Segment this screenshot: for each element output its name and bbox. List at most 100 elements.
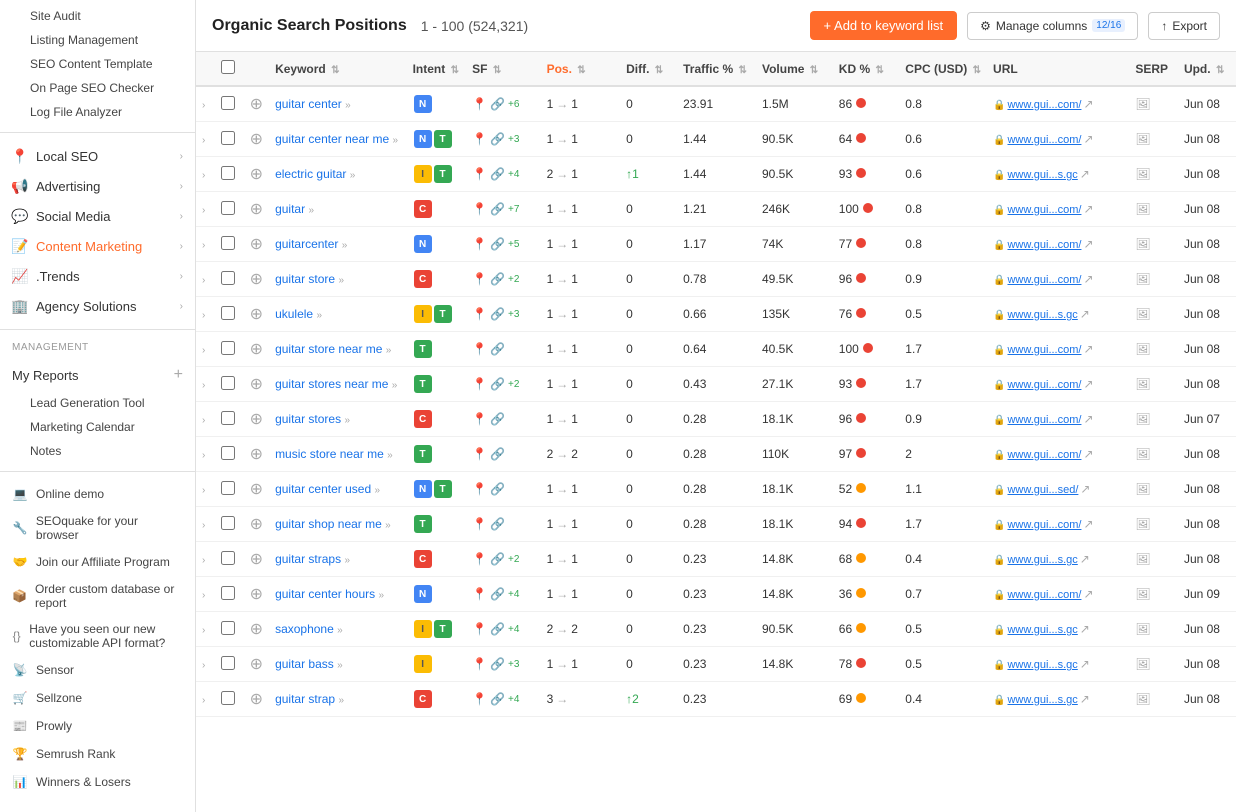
serp-icon[interactable]: 🖼	[1135, 97, 1150, 111]
row-expand-icon[interactable]: ›	[202, 380, 205, 391]
row-checkbox[interactable]	[221, 481, 235, 495]
col-kd-header[interactable]: KD % ⇅	[833, 52, 900, 86]
serp-icon[interactable]: 🖼	[1135, 167, 1150, 181]
row-checkbox[interactable]	[221, 201, 235, 215]
row-checkbox[interactable]	[221, 271, 235, 285]
keyword-link[interactable]: guitar shop near me	[275, 517, 382, 531]
row-expand-icon[interactable]: ›	[202, 415, 205, 426]
row-expand-icon[interactable]: ›	[202, 485, 205, 496]
add-keyword-icon[interactable]: ⊕	[250, 586, 263, 603]
sidebar-item-trends[interactable]: 📈 .Trends ›	[0, 261, 195, 291]
serp-icon[interactable]: 🖼	[1135, 237, 1150, 251]
col-upd-header[interactable]: Upd. ⇅	[1178, 52, 1236, 86]
row-expand-icon[interactable]: ›	[202, 695, 205, 706]
row-expand-icon[interactable]: ›	[202, 555, 205, 566]
sidebar-item-log-file-analyzer[interactable]: Log File Analyzer	[0, 100, 195, 124]
serp-icon[interactable]: 🖼	[1135, 342, 1150, 356]
row-checkbox[interactable]	[221, 621, 235, 635]
url-link[interactable]: www.gui...s.gc	[1007, 659, 1077, 671]
url-link[interactable]: www.gui...s.gc	[1007, 169, 1077, 181]
keyword-link[interactable]: guitar bass	[275, 657, 334, 671]
col-keyword-header[interactable]: Keyword ⇅	[269, 52, 407, 86]
serp-icon[interactable]: 🖼	[1135, 307, 1150, 321]
col-sf-header[interactable]: SF ⇅	[466, 52, 540, 86]
row-checkbox[interactable]	[221, 96, 235, 110]
serp-icon[interactable]: 🖼	[1135, 202, 1150, 216]
row-checkbox[interactable]	[221, 306, 235, 320]
keyword-link[interactable]: guitar center hours	[275, 587, 375, 601]
serp-icon[interactable]: 🖼	[1135, 552, 1150, 566]
sidebar-item-listing-management[interactable]: Listing Management	[0, 28, 195, 52]
url-link[interactable]: www.gui...s.gc	[1007, 309, 1077, 321]
row-checkbox[interactable]	[221, 691, 235, 705]
add-keyword-icon[interactable]: ⊕	[250, 411, 263, 428]
keyword-link[interactable]: guitar straps	[275, 552, 341, 566]
serp-icon[interactable]: 🖼	[1135, 517, 1150, 531]
add-keyword-icon[interactable]: ⊕	[250, 691, 263, 708]
sidebar-item-semrush-rank[interactable]: 🏆 Semrush Rank	[0, 740, 195, 768]
url-link[interactable]: www.gui...com/	[1007, 274, 1081, 286]
sidebar-item-marketing-calendar[interactable]: Marketing Calendar	[0, 415, 195, 439]
keyword-link[interactable]: guitar center near me	[275, 132, 389, 146]
sidebar-item-notes[interactable]: Notes	[0, 439, 195, 463]
url-link[interactable]: www.gui...sed/	[1007, 484, 1078, 496]
sidebar-item-content-marketing[interactable]: 📝 Content Marketing ›	[0, 231, 195, 261]
manage-columns-button[interactable]: ⚙ Manage columns 12/16	[967, 12, 1138, 40]
keyword-link[interactable]: electric guitar	[275, 167, 346, 181]
url-link[interactable]: www.gui...com/	[1007, 414, 1081, 426]
sidebar-item-my-reports[interactable]: My Reports +	[0, 359, 195, 391]
url-link[interactable]: www.gui...com/	[1007, 589, 1081, 601]
col-url-header[interactable]: URL	[987, 52, 1129, 86]
sidebar-item-seo-content-template[interactable]: SEO Content Template	[0, 52, 195, 76]
serp-icon[interactable]: 🖼	[1135, 447, 1150, 461]
keyword-link[interactable]: ukulele	[275, 307, 313, 321]
serp-icon[interactable]: 🖼	[1135, 482, 1150, 496]
url-link[interactable]: www.gui...com/	[1007, 99, 1081, 111]
sidebar-item-social-media[interactable]: 💬 Social Media ›	[0, 201, 195, 231]
sidebar-item-prowly[interactable]: 📰 Prowly	[0, 712, 195, 740]
url-link[interactable]: www.gui...com/	[1007, 449, 1081, 461]
sidebar-item-api-format[interactable]: {} Have you seen our new customizable AP…	[0, 616, 195, 656]
row-expand-icon[interactable]: ›	[202, 205, 205, 216]
serp-icon[interactable]: 🖼	[1135, 587, 1150, 601]
row-checkbox[interactable]	[221, 236, 235, 250]
sidebar-item-lead-generation[interactable]: Lead Generation Tool	[0, 391, 195, 415]
add-keyword-icon[interactable]: ⊕	[250, 306, 263, 323]
serp-icon[interactable]: 🖼	[1135, 412, 1150, 426]
sidebar-item-on-page-seo-checker[interactable]: On Page SEO Checker	[0, 76, 195, 100]
sidebar-item-agency-solutions[interactable]: 🏢 Agency Solutions ›	[0, 291, 195, 321]
row-expand-icon[interactable]: ›	[202, 450, 205, 461]
row-expand-icon[interactable]: ›	[202, 590, 205, 601]
add-keyword-icon[interactable]: ⊕	[250, 271, 263, 288]
keyword-link[interactable]: guitar stores	[275, 412, 341, 426]
serp-icon[interactable]: 🖼	[1135, 377, 1150, 391]
keyword-link[interactable]: guitar store	[275, 272, 335, 286]
keyword-link[interactable]: guitar store near me	[275, 342, 382, 356]
sidebar-item-advertising[interactable]: 📢 Advertising ›	[0, 171, 195, 201]
keyword-link[interactable]: guitar strap	[275, 692, 335, 706]
col-serp-header[interactable]: SERP	[1129, 52, 1178, 86]
row-checkbox[interactable]	[221, 411, 235, 425]
sidebar-item-local-seo[interactable]: 📍 Local SEO ›	[0, 141, 195, 171]
url-link[interactable]: www.gui...com/	[1007, 344, 1081, 356]
col-volume-header[interactable]: Volume ⇅	[756, 52, 833, 86]
url-link[interactable]: www.gui...s.gc	[1007, 624, 1077, 636]
add-keyword-icon[interactable]: ⊕	[250, 551, 263, 568]
url-link[interactable]: www.gui...s.gc	[1007, 694, 1077, 706]
row-expand-icon[interactable]: ›	[202, 625, 205, 636]
col-intent-header[interactable]: Intent ⇅	[407, 52, 467, 86]
row-checkbox[interactable]	[221, 516, 235, 530]
row-expand-icon[interactable]: ›	[202, 135, 205, 146]
add-keyword-icon[interactable]: ⊕	[250, 166, 263, 183]
row-checkbox[interactable]	[221, 586, 235, 600]
select-all-checkbox[interactable]	[221, 60, 235, 74]
keyword-link[interactable]: guitar center used	[275, 482, 371, 496]
col-pos-header[interactable]: Pos. ⇅	[541, 52, 621, 86]
serp-icon[interactable]: 🖼	[1135, 692, 1150, 706]
sidebar-item-sellzone[interactable]: 🛒 Sellzone	[0, 684, 195, 712]
row-expand-icon[interactable]: ›	[202, 275, 205, 286]
serp-icon[interactable]: 🖼	[1135, 657, 1150, 671]
keyword-link[interactable]: guitar stores near me	[275, 377, 388, 391]
sidebar-item-affiliate[interactable]: 🤝 Join our Affiliate Program	[0, 548, 195, 576]
row-checkbox[interactable]	[221, 376, 235, 390]
